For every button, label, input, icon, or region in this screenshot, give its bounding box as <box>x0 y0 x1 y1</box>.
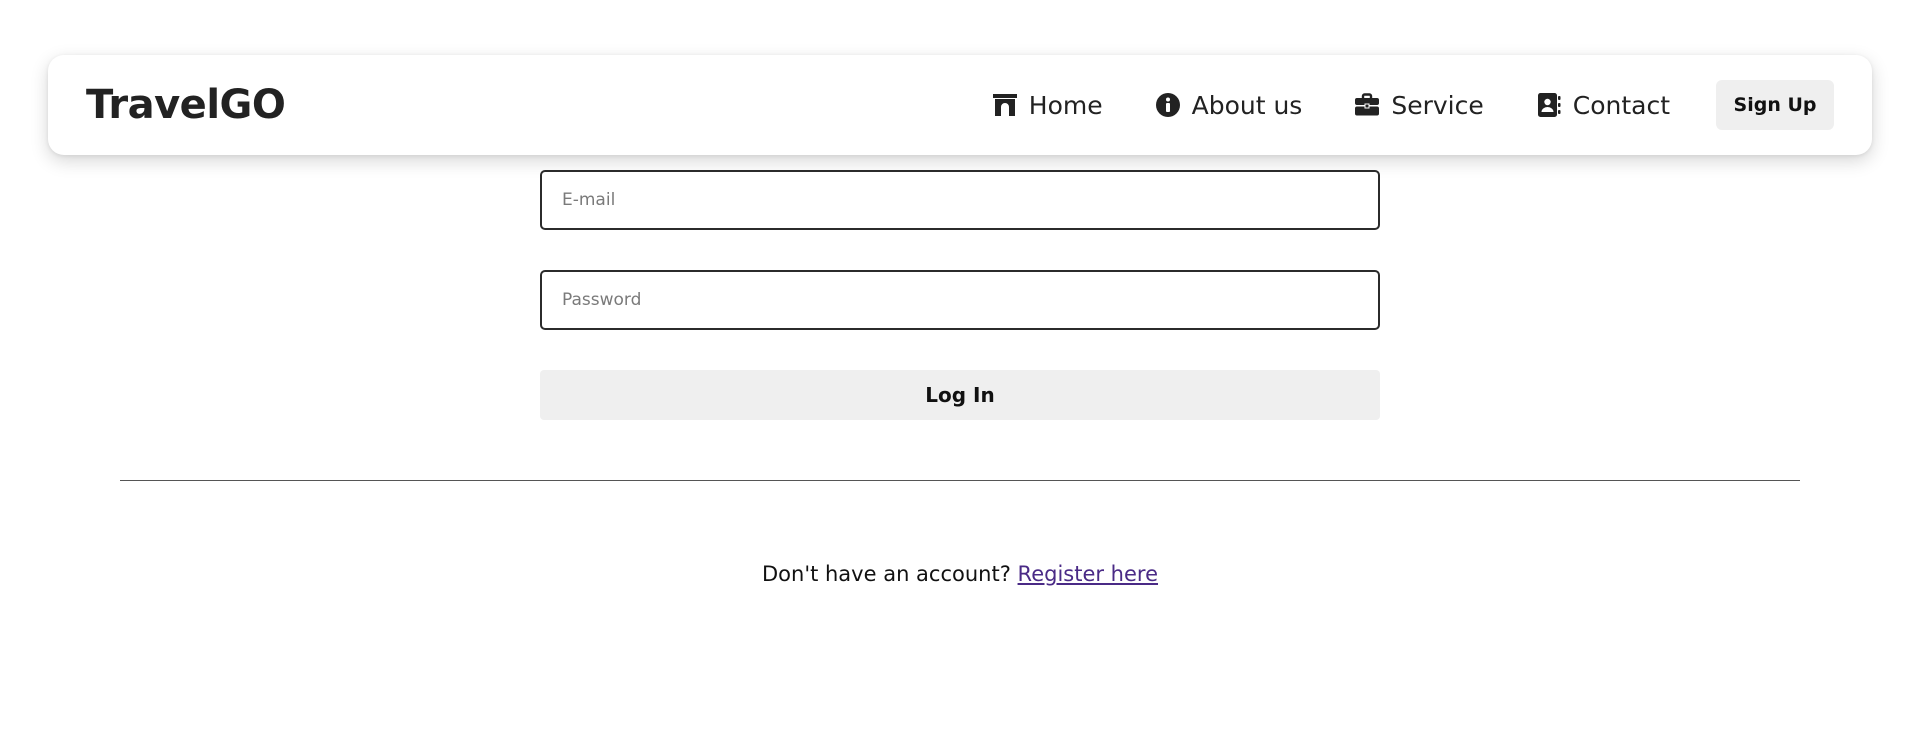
divider <box>120 480 1800 481</box>
address-book-icon <box>1536 92 1562 118</box>
nav-label-contact: Contact <box>1572 90 1670 120</box>
archway-icon <box>992 92 1018 118</box>
register-prompt-text: Don't have an account? <box>761 562 1011 586</box>
info-circle-icon <box>1155 92 1181 118</box>
register-prompt: Don't have an account? Register here <box>0 562 1920 586</box>
navbar: TravelGO Home About us Service Contact S… <box>48 55 1872 155</box>
login-button[interactable]: Log In <box>540 370 1380 420</box>
nav-item-contact[interactable]: Contact <box>1536 91 1670 120</box>
brand-logo[interactable]: TravelGO <box>86 82 286 128</box>
nav-item-about[interactable]: About us <box>1155 90 1303 120</box>
login-page: TravelGO Home About us Service Contact S… <box>0 0 1920 730</box>
nav-item-service[interactable]: Service <box>1354 90 1484 120</box>
email-field[interactable] <box>540 170 1380 230</box>
nav-item-home[interactable]: Home <box>992 91 1103 120</box>
nav-label-service: Service <box>1391 90 1484 120</box>
nav-label-home: Home <box>1028 90 1103 120</box>
nav-links: Home About us Service Contact Sign Up <box>992 55 1834 155</box>
nav-label-about: About us <box>1191 90 1303 120</box>
password-field[interactable] <box>540 270 1380 330</box>
briefcase-icon <box>1354 92 1380 118</box>
signup-button[interactable]: Sign Up <box>1716 80 1834 130</box>
register-link[interactable]: Register here <box>1018 562 1158 586</box>
